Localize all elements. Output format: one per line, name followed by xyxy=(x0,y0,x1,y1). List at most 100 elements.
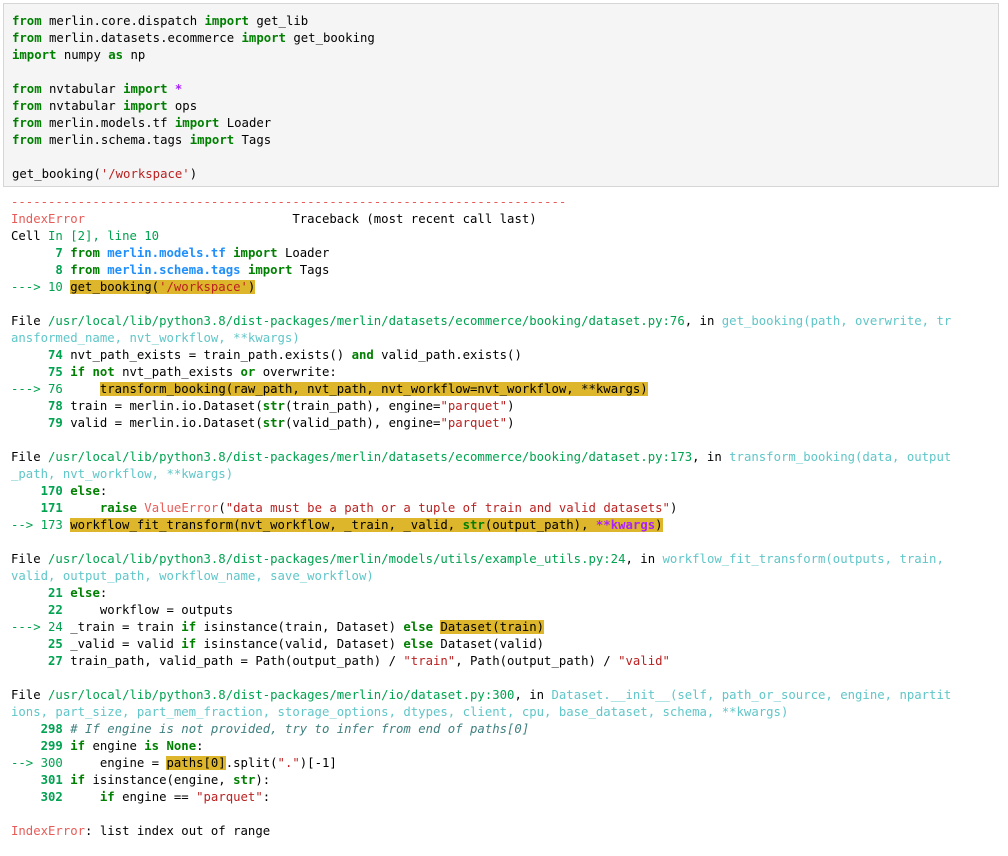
current-line-arrow: --> 300 xyxy=(11,756,63,770)
highlighted-expression: workflow_fit_transform(nvt_workflow, _tr… xyxy=(70,518,663,532)
function-call: get_booking( xyxy=(70,280,160,294)
code: : xyxy=(99,484,108,498)
keyword: from xyxy=(12,14,42,28)
traceback-line: 27 train_path, valid_path = Path(output_… xyxy=(11,653,1001,670)
traceback-line: 78 train = merlin.io.Dataset(str(train_p… xyxy=(11,398,1001,415)
code: _valid = valid xyxy=(70,637,182,651)
import-name: Tags xyxy=(299,263,330,277)
traceback-header: Traceback (most recent call last) xyxy=(292,212,537,226)
code: nvt_path_exists xyxy=(114,365,241,379)
line-number: 75 xyxy=(11,365,63,379)
cell-location: In [2], line 10 xyxy=(48,229,160,243)
line-number: 21 xyxy=(11,586,63,600)
keyword: if xyxy=(99,790,115,804)
keyword: from xyxy=(12,99,42,113)
code: valid = merlin.io.Dataset( xyxy=(70,416,263,430)
code: engine = xyxy=(70,756,167,770)
highlighted-expression: paths[0] xyxy=(166,756,226,770)
current-line-arrow: ---> 76 xyxy=(11,382,63,396)
current-line-arrow: --> 173 xyxy=(11,518,63,532)
keyword: and xyxy=(351,348,374,362)
line-number: 78 xyxy=(11,399,63,413)
keyword: is xyxy=(144,739,160,753)
code: valid_path.exists() xyxy=(373,348,522,362)
string-literal: '/workspace' xyxy=(100,167,190,181)
traceback-line: 171 raise ValueError("data must be a pat… xyxy=(11,500,1001,517)
function-signature: workflow_fit_transform(outputs, train, xyxy=(662,552,944,566)
code: workflow = outputs xyxy=(70,603,234,617)
traceback-line: 7 from merlin.models.tf import Loader xyxy=(11,245,1001,262)
line-number: 79 xyxy=(11,416,63,430)
string-literal: "valid" xyxy=(618,654,670,668)
code-comment: # If engine is not provided, try to infe… xyxy=(70,722,530,736)
keyword: import xyxy=(174,116,220,130)
current-line-arrow: ---> 10 xyxy=(11,280,63,294)
keyword: or xyxy=(240,365,256,379)
keyword: from xyxy=(12,133,42,147)
function-signature-cont: valid, output_path, workflow_name, save_… xyxy=(11,569,374,583)
builtin: str xyxy=(462,518,485,532)
error-type: IndexError xyxy=(11,212,86,226)
code: ) xyxy=(507,416,515,430)
traceback-line: 298 # If engine is not provided, try to … xyxy=(11,721,1001,738)
code: (valid_path), engine= xyxy=(284,416,441,430)
file-reference: File /usr/local/lib/python3.8/dist-packa… xyxy=(11,551,1001,568)
keyword: if xyxy=(70,739,86,753)
traceback-line: 22 workflow = outputs xyxy=(11,602,1001,619)
import-name: Loader xyxy=(284,246,330,260)
traceback-current-line: --> 300 engine = paths[0].split(".")[-1] xyxy=(11,755,1001,772)
traceback-line: 8 from merlin.schema.tags import Tags xyxy=(11,262,1001,279)
file-prefix: File xyxy=(11,688,49,702)
keyword: if xyxy=(181,637,197,651)
code: isinstance(train, Dataset) xyxy=(196,620,404,634)
code: _train = train xyxy=(70,620,182,634)
import-name: get_booking xyxy=(293,31,375,45)
keyword: from xyxy=(70,263,100,277)
traceback-line: 25 _valid = valid if isinstance(valid, D… xyxy=(11,636,1001,653)
code: , Path(output_path) / xyxy=(455,654,619,668)
traceback-line: 74 nvt_path_exists = train_path.exists()… xyxy=(11,347,1001,364)
file-prefix: File xyxy=(11,450,49,464)
traceback-line: 79 valid = merlin.io.Dataset(str(valid_p… xyxy=(11,415,1001,432)
line-number: 22 xyxy=(11,603,63,617)
module-name: merlin.models.tf xyxy=(107,246,226,260)
file-reference: File /usr/local/lib/python3.8/dist-packa… xyxy=(11,449,1001,466)
module-name: merlin.datasets.ecommerce xyxy=(49,31,235,45)
traceback-line: 75 if not nvt_path_exists or overwrite: xyxy=(11,364,1001,381)
kwargs: **kwargs xyxy=(595,518,656,532)
code-line-3: import numpy as np xyxy=(12,47,998,64)
highlighted-expression: Dataset(train) xyxy=(440,620,545,634)
code-line-7: from merlin.models.tf import Loader xyxy=(12,115,998,132)
code-line-2: from merlin.datasets.ecommerce import ge… xyxy=(12,30,998,47)
keyword: from xyxy=(70,246,100,260)
keyword: import xyxy=(12,48,57,62)
line-number: 170 xyxy=(11,484,63,498)
traceback-line: 301 if isinstance(engine, str): xyxy=(11,772,1001,789)
string-literal: "parquet" xyxy=(440,416,508,430)
string-literal: "parquet" xyxy=(440,399,508,413)
code: ) xyxy=(507,399,515,413)
module-name: merlin.core.dispatch xyxy=(49,14,198,28)
traceback-line: 21 else: xyxy=(11,585,1001,602)
function-signature-cont: _path, nvt_workflow, **kwargs) xyxy=(11,467,234,481)
file-path: /usr/local/lib/python3.8/dist-packages/m… xyxy=(48,688,515,702)
line-number: 74 xyxy=(11,348,63,362)
builtin: str xyxy=(233,773,256,787)
traceback-output: ----------------------------------------… xyxy=(11,194,1001,840)
traceback-current-line: ---> 10 get_booking('/workspace') xyxy=(11,279,1001,296)
file-path: /usr/local/lib/python3.8/dist-packages/m… xyxy=(48,314,685,328)
keyword: else xyxy=(70,586,100,600)
code: : xyxy=(262,790,271,804)
code-input-cell[interactable]: from merlin.core.dispatch import get_lib… xyxy=(3,3,999,187)
highlighted-expression: transform_booking(raw_path, nvt_path, nv… xyxy=(99,382,648,396)
line-number: 298 xyxy=(11,722,63,736)
module-name: nvtabular xyxy=(49,99,116,113)
code: (output_path), xyxy=(484,518,596,532)
code: : xyxy=(99,586,108,600)
line-number: 7 xyxy=(11,246,63,260)
